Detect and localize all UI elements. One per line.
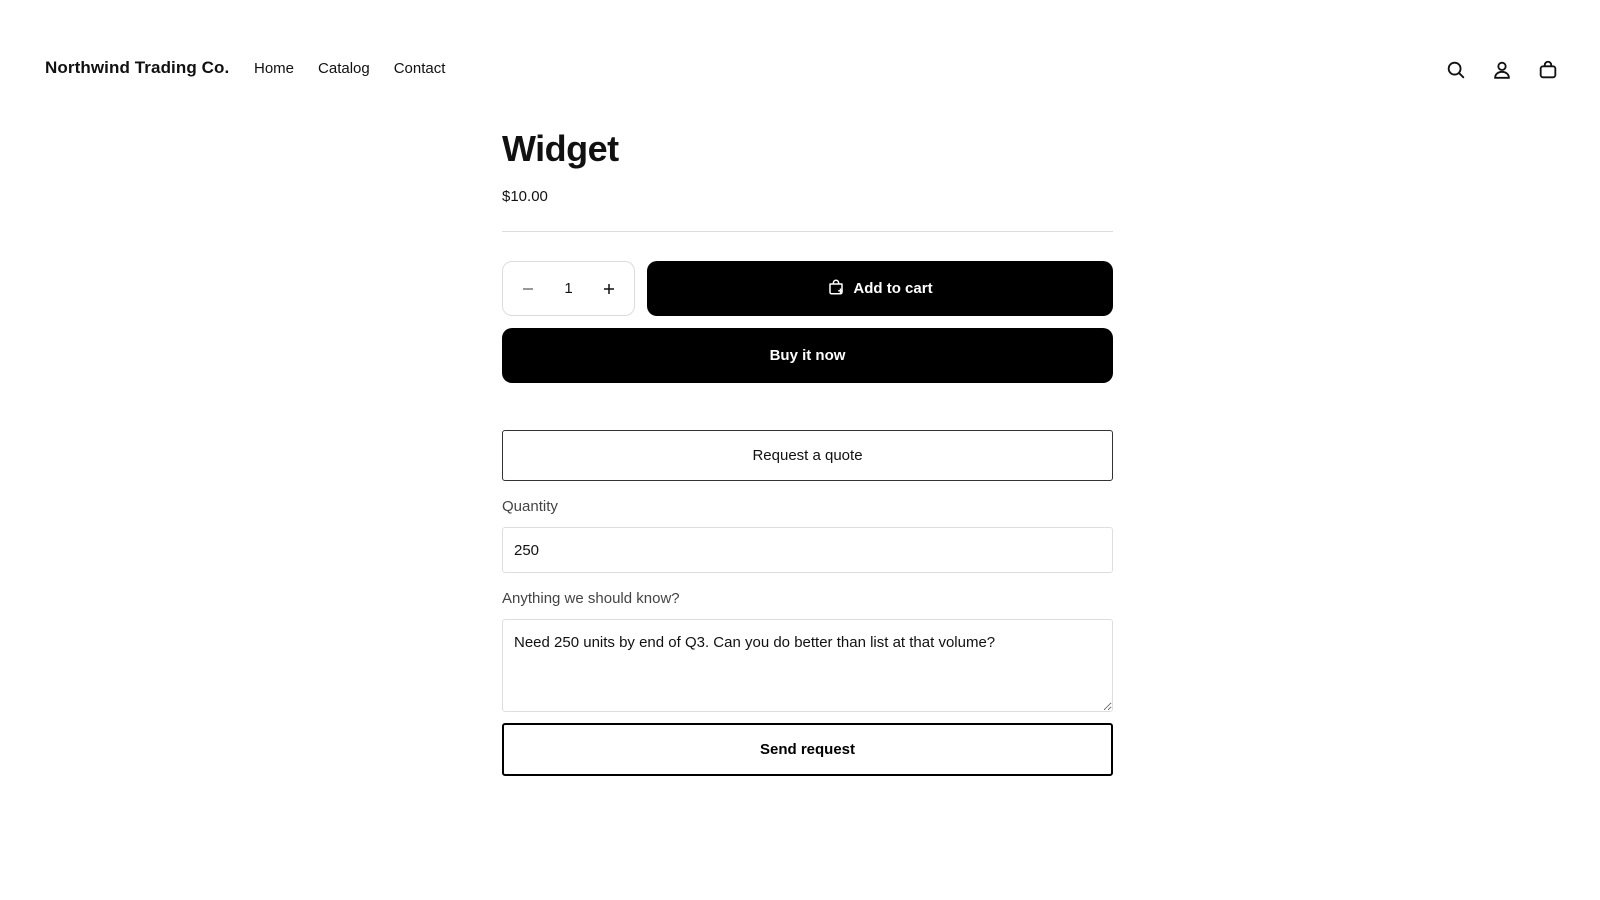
nav-catalog[interactable]: Catalog: [318, 60, 370, 77]
header-icons: [1444, 58, 1560, 82]
search-icon[interactable]: [1444, 58, 1468, 82]
quantity-value[interactable]: 1: [564, 280, 572, 297]
quantity-stepper: 1: [502, 261, 635, 316]
notes-label: Anything we should know?: [502, 590, 680, 607]
minus-icon[interactable]: [515, 276, 541, 302]
quote-quantity-input[interactable]: [502, 527, 1113, 573]
site-header: Northwind Trading Co. Home Catalog Conta…: [0, 0, 1600, 140]
account-icon[interactable]: [1490, 58, 1514, 82]
divider: [502, 231, 1113, 232]
plus-icon[interactable]: [596, 276, 622, 302]
buy-now-button[interactable]: Buy it now: [502, 328, 1113, 383]
bag-plus-icon: [827, 278, 845, 300]
add-to-cart-button[interactable]: Add to cart: [647, 261, 1113, 316]
brand-logo[interactable]: Northwind Trading Co.: [45, 58, 229, 78]
cart-icon[interactable]: [1536, 58, 1560, 82]
main-nav: Home Catalog Contact: [254, 60, 445, 77]
nav-home[interactable]: Home: [254, 60, 294, 77]
product-price: $10.00: [502, 188, 548, 205]
nav-contact[interactable]: Contact: [394, 60, 446, 77]
send-request-button[interactable]: Send request: [502, 723, 1113, 776]
notes-textarea[interactable]: Need 250 units by end of Q3. Can you do …: [502, 619, 1113, 712]
product-section: Widget $10.00 1 Add to cart Buy it now R…: [502, 120, 1113, 776]
product-title: Widget: [502, 128, 619, 169]
buy-row: 1 Add to cart: [502, 261, 1113, 316]
add-to-cart-label: Add to cart: [853, 280, 933, 297]
request-quote-button[interactable]: Request a quote: [502, 430, 1113, 481]
quantity-label: Quantity: [502, 498, 558, 515]
